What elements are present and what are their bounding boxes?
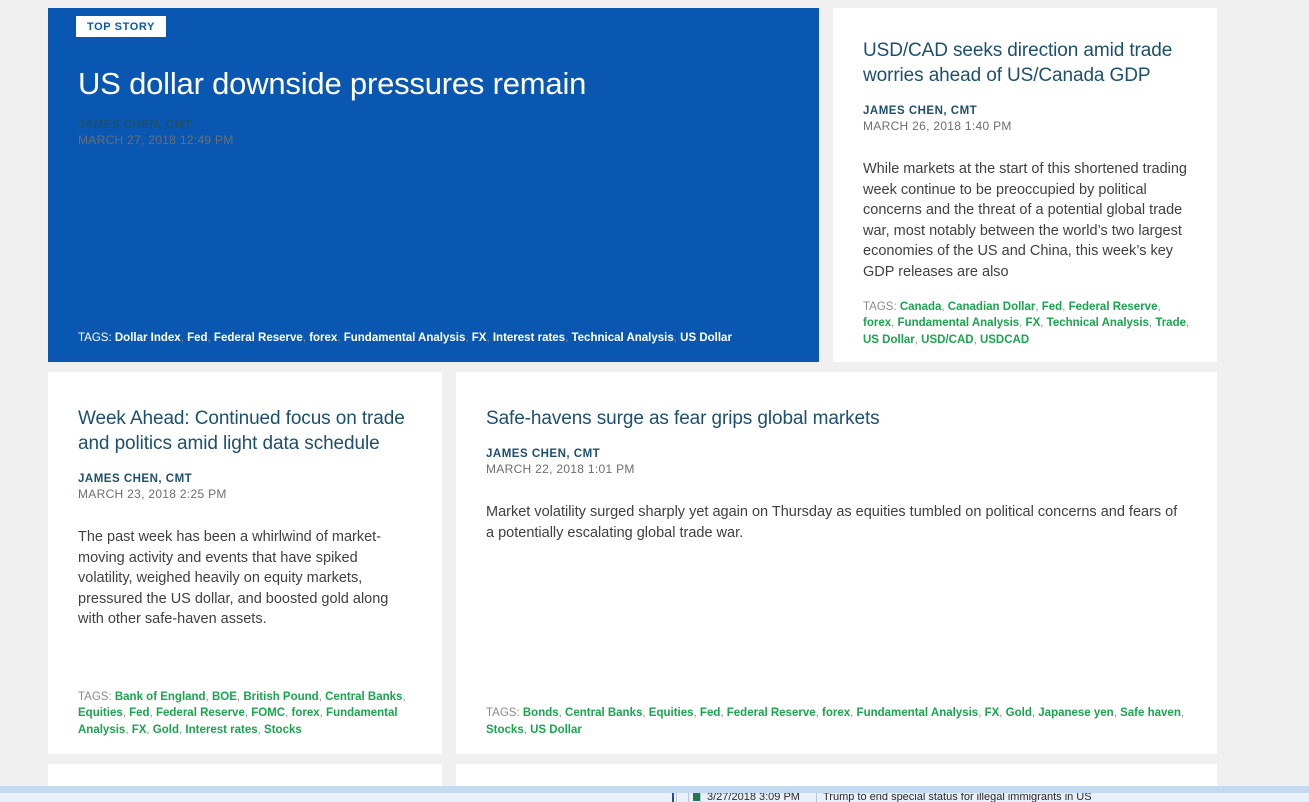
tag-link[interactable]: Fundamental Analysis bbox=[853, 707, 979, 719]
row-subject-cell: Trump to end special status for illegal … bbox=[816, 793, 1309, 802]
tag-link[interactable]: forex bbox=[306, 332, 337, 344]
row-marker-icon bbox=[672, 793, 674, 802]
article-headline[interactable]: Week Ahead: Continued focus on trade and… bbox=[78, 406, 412, 456]
article-headline[interactable]: Safe-havens surge as fear grips global m… bbox=[486, 406, 1187, 431]
tag-link[interactable]: Gold bbox=[150, 724, 179, 736]
tag-link[interactable]: US Dollar bbox=[677, 332, 732, 344]
article-tag-list: TAGS: Bonds, Central Banks, Equities, Fe… bbox=[486, 705, 1193, 738]
tag-link[interactable]: Central Banks bbox=[562, 707, 642, 719]
article-date: MARCH 26, 2018 1:40 PM bbox=[863, 119, 1012, 134]
featured-card-body: US dollar downside pressures remain JAME… bbox=[48, 65, 819, 344]
tag-link[interactable]: FX bbox=[1022, 317, 1041, 329]
tag-link[interactable]: Fed bbox=[126, 707, 149, 719]
article-card-week-ahead[interactable]: Week Ahead: Continued focus on trade and… bbox=[48, 372, 442, 754]
tag-separator: , bbox=[1180, 707, 1185, 720]
tag-link[interactable]: Interest rates bbox=[490, 332, 565, 344]
tag-link[interactable]: Federal Reserve bbox=[211, 332, 303, 344]
tag-separator: , bbox=[402, 691, 406, 704]
tag-link[interactable]: Equities bbox=[78, 707, 123, 719]
row-date-cell: 3/27/2018 3:09 PM bbox=[700, 793, 816, 802]
tag-link[interactable]: Bonds bbox=[523, 707, 559, 719]
tag-link[interactable]: USD/CAD bbox=[918, 334, 973, 346]
page-root: TOP STORY US dollar downside pressures r… bbox=[0, 0, 1309, 802]
article-author: JAMES CHEN, CMT bbox=[78, 473, 193, 486]
tags-label: TAGS: bbox=[486, 707, 520, 720]
tags-container: Canada, Canadian Dollar, Fed, Federal Re… bbox=[863, 301, 1189, 346]
tag-link[interactable]: FX bbox=[981, 707, 1000, 719]
grid-row-1: TOP STORY US dollar downside pressures r… bbox=[48, 8, 1217, 362]
article-tag-list: TAGS: Bank of England, BOE, British Poun… bbox=[78, 689, 418, 738]
tag-link[interactable]: Dollar Index bbox=[115, 332, 181, 344]
tag-link[interactable]: Canadian Dollar bbox=[945, 301, 1036, 313]
tag-link[interactable]: Fed bbox=[697, 707, 720, 719]
background-window-divider bbox=[0, 786, 1309, 793]
tag-link[interactable]: Interest rates bbox=[182, 724, 257, 736]
background-window-row[interactable]: 3/27/2018 3:09 PM Trump to end special s… bbox=[0, 793, 1309, 802]
tags-label: TAGS: bbox=[863, 301, 897, 314]
tag-link[interactable]: Central Banks bbox=[322, 691, 402, 703]
top-story-badge: TOP STORY bbox=[76, 16, 166, 37]
featured-headline[interactable]: US dollar downside pressures remain bbox=[78, 65, 789, 102]
featured-author: JAMES CHEN, CMT bbox=[78, 119, 193, 132]
tag-link[interactable]: FX bbox=[469, 332, 487, 344]
tag-link[interactable]: FOMC bbox=[248, 707, 285, 719]
tag-link[interactable]: Federal Reserve bbox=[1065, 301, 1158, 313]
grid-row-2: Week Ahead: Continued focus on trade and… bbox=[48, 372, 1217, 754]
tags-label: TAGS: bbox=[78, 691, 112, 704]
tag-link[interactable]: forex bbox=[288, 707, 320, 719]
tags-container: Bonds, Central Banks, Equities, Fed, Fed… bbox=[486, 707, 1184, 735]
tag-link[interactable]: Technical Analysis bbox=[1043, 317, 1149, 329]
tag-link[interactable]: US Dollar bbox=[527, 724, 582, 736]
tag-link[interactable]: Safe haven bbox=[1117, 707, 1181, 719]
tag-link[interactable]: British Pound bbox=[240, 691, 318, 703]
tag-link[interactable]: Technical Analysis bbox=[568, 332, 673, 344]
tag-link[interactable]: Trade bbox=[1152, 317, 1186, 329]
featured-tags-container: Dollar Index, Fed, Federal Reserve, fore… bbox=[115, 332, 732, 344]
article-date: MARCH 22, 2018 1:01 PM bbox=[486, 462, 635, 477]
featured-date: MARCH 27, 2018 12:49 PM bbox=[78, 133, 234, 148]
tag-link[interactable]: FX bbox=[129, 724, 147, 736]
tag-link[interactable]: Fundamental Analysis bbox=[341, 332, 466, 344]
tag-link[interactable]: Canada bbox=[900, 301, 942, 313]
row-flag-cell bbox=[676, 793, 688, 802]
article-excerpt: The past week has been a whirlwind of ma… bbox=[78, 529, 389, 628]
article-author: JAMES CHEN, CMT bbox=[863, 105, 978, 118]
article-author: JAMES CHEN, CMT bbox=[486, 448, 601, 461]
article-tag-list: TAGS: Canada, Canadian Dollar, Fed, Fede… bbox=[863, 299, 1195, 348]
tag-link[interactable]: Gold bbox=[1002, 707, 1032, 719]
tags-label: TAGS: bbox=[78, 331, 112, 344]
featured-tag-list: TAGS: Dollar Index, Fed, Federal Reserve… bbox=[78, 330, 795, 346]
tag-link[interactable]: Federal Reserve bbox=[724, 707, 816, 719]
tag-link[interactable]: Bank of England bbox=[115, 691, 206, 703]
tag-link[interactable]: Federal Reserve bbox=[153, 707, 245, 719]
mail-icon bbox=[693, 793, 700, 802]
tag-link[interactable]: Fed bbox=[1039, 301, 1062, 313]
tag-link[interactable]: Fed bbox=[184, 332, 207, 344]
tag-link[interactable]: US Dollar bbox=[863, 334, 915, 346]
background-row-cells: 3/27/2018 3:09 PM Trump to end special s… bbox=[672, 793, 1309, 802]
tag-link[interactable]: forex bbox=[863, 317, 891, 329]
article-card-usdcad[interactable]: USD/CAD seeks direction amid trade worri… bbox=[833, 8, 1217, 362]
tags-container: Bank of England, BOE, British Pound, Cen… bbox=[78, 691, 406, 736]
article-card-safe-havens[interactable]: Safe-havens surge as fear grips global m… bbox=[456, 372, 1217, 754]
tag-separator: , bbox=[1157, 301, 1161, 314]
tag-link[interactable]: Equities bbox=[646, 707, 694, 719]
tag-link[interactable]: Fundamental Analysis bbox=[894, 317, 1020, 329]
article-date: MARCH 23, 2018 2:25 PM bbox=[78, 487, 227, 502]
tag-link[interactable]: Stocks bbox=[486, 724, 524, 736]
tag-link[interactable]: Japanese yen bbox=[1035, 707, 1113, 719]
tag-link[interactable]: Stocks bbox=[261, 724, 302, 736]
tag-link[interactable]: forex bbox=[819, 707, 850, 719]
article-headline[interactable]: USD/CAD seeks direction amid trade worri… bbox=[863, 38, 1189, 88]
article-excerpt: Market volatility surged sharply yet aga… bbox=[486, 504, 1178, 541]
featured-article-card[interactable]: TOP STORY US dollar downside pressures r… bbox=[48, 8, 819, 362]
article-grid: TOP STORY US dollar downside pressures r… bbox=[48, 8, 1217, 802]
row-attachment-cell bbox=[688, 793, 700, 802]
tag-separator: , bbox=[1186, 317, 1190, 330]
article-excerpt: While markets at the start of this short… bbox=[863, 161, 1187, 281]
tag-link[interactable]: USDCAD bbox=[977, 334, 1029, 346]
tag-link[interactable]: BOE bbox=[209, 691, 237, 703]
